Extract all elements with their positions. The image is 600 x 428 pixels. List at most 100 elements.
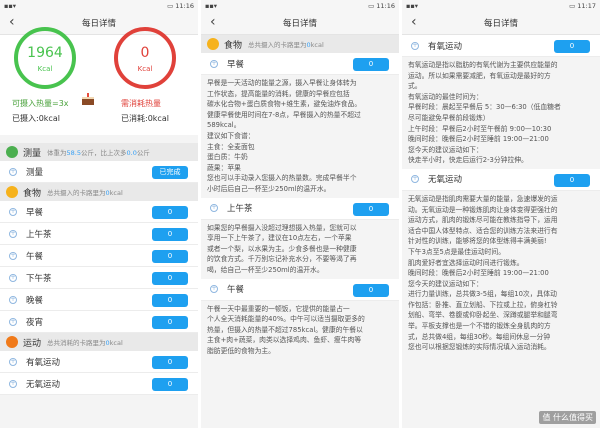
status-time: 11:17	[577, 1, 596, 10]
add-icon: +	[9, 251, 17, 260]
battery-icon: ▭	[167, 1, 174, 10]
status-right: ▭ 11:16	[167, 2, 194, 10]
header-bar: ‹ 每日详情	[402, 11, 600, 35]
calorie-button[interactable]: 0	[152, 294, 188, 307]
row-label: 早餐	[227, 59, 245, 70]
panel-sport-detail: ▪▪▾ ▭ 11:17 ‹ 每日详情 + 有氧运动 0 有氧运动是指以脂肪的有氧代谢…	[402, 0, 600, 428]
list-item-meal[interactable]: + 晚餐 0	[0, 289, 198, 311]
section-food: 食物 总共摄入的卡路里为0kcal	[0, 183, 198, 201]
list-item-anaerobic[interactable]: + 无氧运动 0	[402, 168, 600, 191]
back-icon[interactable]: ‹	[9, 14, 15, 30]
row-label: 下午茶	[26, 273, 52, 284]
intake-value: 1964	[27, 45, 63, 61]
list-item-meal[interactable]: + 上午茶 0	[0, 223, 198, 245]
add-icon: +	[411, 175, 419, 184]
calorie-button[interactable]: 0	[353, 283, 389, 297]
burn-value: 0	[140, 45, 150, 61]
calorie-button[interactable]: 0	[152, 378, 188, 391]
section-measure: 测量 体重为58.5公斤，比上次多0.0公斤	[0, 143, 198, 161]
page-title: 每日详情	[282, 18, 317, 29]
list-item-meal[interactable]: + 午餐 0	[0, 245, 198, 267]
add-icon: +	[9, 229, 17, 238]
calorie-button[interactable]: 0	[554, 40, 590, 53]
add-icon: +	[9, 273, 17, 282]
add-icon: +	[210, 285, 218, 293]
status-time: 11:16	[175, 1, 194, 10]
row-label: 午餐	[26, 251, 44, 262]
row-label: 有氧运动	[428, 41, 463, 52]
back-icon[interactable]: ‹	[411, 14, 417, 30]
list-item-morning-tea[interactable]: + 上午茶 0	[201, 197, 399, 220]
anaerobic-advice: 无氧运动是指肌肉需要大量的能量，急速爆发的运 动。无氧运动是一种锻炼肌肉让身体变得…	[402, 190, 600, 356]
cake-icon	[80, 91, 96, 107]
row-label: 上午茶	[26, 229, 52, 240]
add-icon: +	[210, 204, 218, 213]
watermark: 值 什么值得买	[539, 411, 596, 424]
calorie-button[interactable]: 0	[152, 228, 188, 241]
section-subtitle: 总共摄入的卡路里为0kcal	[248, 41, 324, 49]
burn-unit: Kcal	[137, 65, 153, 73]
add-icon: +	[9, 357, 17, 366]
add-icon: +	[9, 379, 17, 388]
add-icon: +	[9, 167, 17, 176]
add-icon: +	[411, 41, 419, 50]
list-item-aerobic[interactable]: + 有氧运动 0	[402, 35, 600, 57]
intake-label: 可摄入热量=3x	[12, 99, 69, 108]
list-item-meal[interactable]: + 下午茶 0	[0, 267, 198, 289]
header-bar: ‹ 每日详情	[201, 11, 399, 35]
aerobic-advice: 有氧运动是指以脂肪的有氧代谢为主要供应能量的 运动。所以如果需要减肥，有氧运动是最…	[402, 57, 600, 169]
battery-icon: ▭	[368, 1, 375, 10]
row-label: 夜宵	[26, 317, 44, 328]
calorie-button[interactable]: 0	[152, 356, 188, 369]
calorie-button[interactable]: 0	[152, 272, 188, 285]
status-time: 11:16	[376, 1, 395, 10]
calorie-button[interactable]: 0	[554, 173, 590, 187]
completed-button[interactable]: 已完成	[152, 166, 188, 179]
row-label: 早餐	[26, 207, 44, 218]
signal-icons: ▪▪▾	[205, 1, 218, 10]
panel-food-detail: ▪▪▾ ▭ 11:16 ‹ 每日详情 食物 总共摄入的卡路里为0kcal + 早餐…	[201, 0, 399, 428]
list-item-lunch[interactable]: + 午餐 0	[201, 278, 399, 301]
breakfast-advice: 早餐是一天活动的能量之源，摄入早餐让身体转为 工作状态，提高能量的消耗，健康的早餐…	[201, 75, 399, 198]
list-item-breakfast[interactable]: + 早餐 0	[201, 53, 399, 75]
section-subtitle: 总共消耗的卡路里为0kcal	[47, 339, 123, 347]
section-title: 测量	[23, 148, 42, 159]
status-bar: ▪▪▾ ▭ 11:16	[201, 0, 399, 11]
calorie-button[interactable]: 0	[152, 250, 188, 263]
calorie-button[interactable]: 0	[353, 58, 389, 71]
page-title: 每日详情	[81, 18, 116, 29]
sun-icon	[207, 38, 219, 50]
list-item-sport[interactable]: + 无氧运动 0	[0, 373, 198, 395]
calorie-button[interactable]: 0	[152, 316, 188, 329]
status-right: ▭ 11:17	[569, 2, 596, 10]
add-icon: +	[210, 59, 218, 68]
row-label: 上午茶	[227, 204, 253, 215]
row-label: 有氧运动	[26, 357, 61, 368]
section-title: 食物	[224, 40, 243, 51]
row-label: 无氧运动	[428, 175, 463, 186]
calorie-button[interactable]: 0	[152, 206, 188, 219]
battery-icon: ▭	[569, 1, 576, 10]
intake-unit: Kcal	[37, 65, 53, 73]
section-subtitle: 总共摄入的卡路里为0kcal	[47, 189, 123, 197]
back-icon[interactable]: ‹	[210, 14, 216, 30]
list-item-meal[interactable]: + 早餐 0	[0, 201, 198, 223]
screenshot-collage: ▪▪▾ ▭ 11:16 ‹ 每日详情 1964 Kcal 可摄入热量=3x 已摄…	[0, 0, 600, 428]
panel-daily-summary: ▪▪▾ ▭ 11:16 ‹ 每日详情 1964 Kcal 可摄入热量=3x 已摄…	[0, 0, 198, 428]
section-title: 运动	[23, 338, 42, 349]
row-label: 晚餐	[26, 295, 44, 306]
list-item-measure[interactable]: + 测量 已完成	[0, 161, 198, 183]
status-right: ▭ 11:16	[368, 2, 395, 10]
calorie-button[interactable]: 0	[353, 202, 389, 216]
calorie-summary: 1964 Kcal 可摄入热量=3x 已摄入:0kcal 0 Kcal 需消耗热…	[0, 27, 198, 135]
intake-sub: 已摄入:0kcal	[12, 114, 60, 123]
list-item-sport[interactable]: + 有氧运动 0	[0, 351, 198, 373]
section-subtitle: 体重为58.5公斤，比上次多0.0公斤	[47, 149, 150, 157]
status-bar: ▪▪▾ ▭ 11:17	[402, 0, 600, 11]
add-icon: +	[9, 295, 17, 304]
row-label: 无氧运动	[26, 379, 61, 390]
list-item-meal[interactable]: + 夜宵 0	[0, 311, 198, 333]
scale-icon	[6, 146, 18, 158]
section-food: 食物 总共摄入的卡路里为0kcal	[201, 35, 399, 53]
add-icon: +	[9, 317, 17, 326]
